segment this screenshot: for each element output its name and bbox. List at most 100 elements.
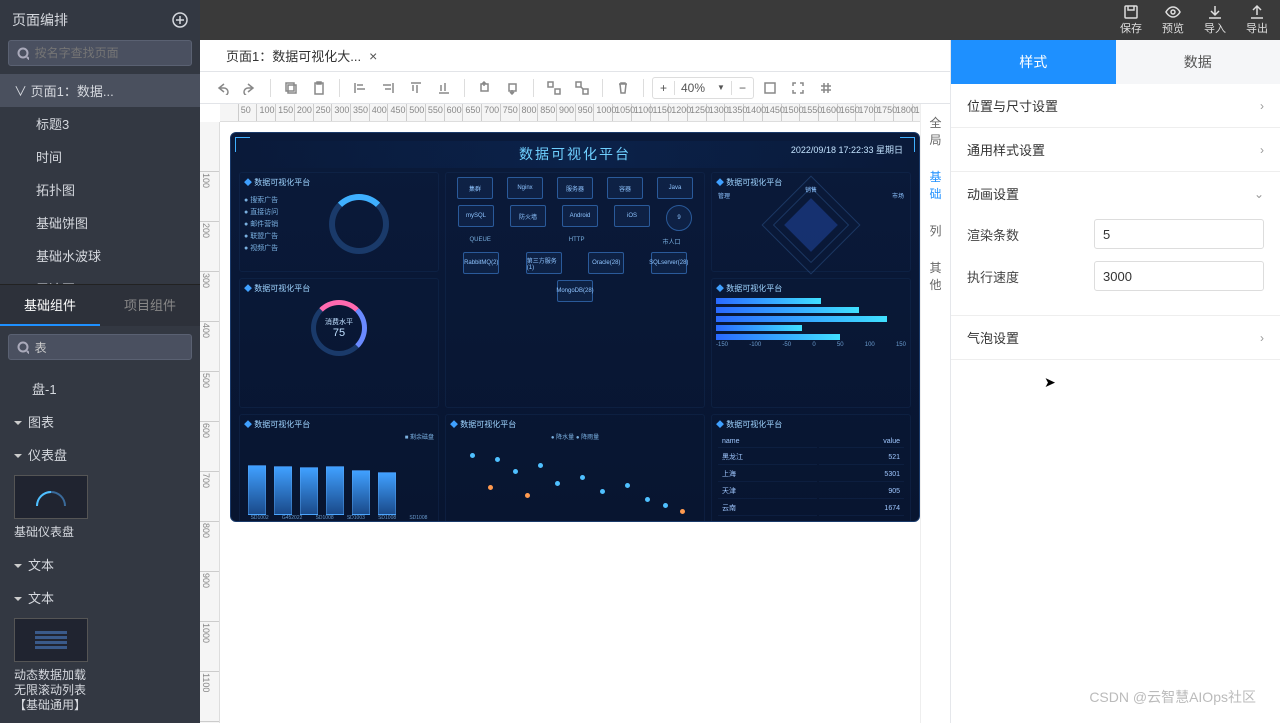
component-search-input[interactable] — [35, 340, 183, 354]
panel-scatter[interactable]: 数据可视化平台 ● 降水量 ● 降雨量 — [445, 414, 705, 522]
export-icon — [1249, 4, 1265, 20]
section-animation-head[interactable]: 动画设置⌄ — [951, 172, 1280, 215]
zoom-in-button[interactable]: + — [653, 81, 675, 95]
vtab-other[interactable]: 其他 — [921, 249, 950, 303]
category-text[interactable]: 文本 — [0, 581, 200, 614]
save-action[interactable]: 保存 — [1120, 4, 1142, 36]
page-tree: ∨ 页面1：数据... 标题3 时间 拓扑图 基础饼图 基础水波球 雷达图 正负… — [0, 74, 200, 284]
eye-icon — [1165, 4, 1181, 20]
tab-basic-components[interactable]: 基础组件 — [0, 285, 100, 326]
sidebar: 页面编排 ∨ 页面1：数据... 标题3 时间 拓扑图 基础饼图 基础水波球 雷… — [0, 0, 200, 723]
ungroup-button[interactable] — [570, 76, 594, 100]
ruler-vertical: 1002003004005006007008009001000110012001… — [200, 122, 220, 723]
page-search-input[interactable] — [35, 46, 183, 60]
copy-button[interactable] — [279, 76, 303, 100]
add-icon[interactable] — [172, 12, 188, 28]
dashboard-preview[interactable]: 数据可视化平台 2022/09/18 17:22:33 星期日 数据可视化平台 … — [230, 132, 920, 522]
tab-project-components[interactable]: 项目组件 — [100, 285, 200, 326]
export-action[interactable]: 导出 — [1246, 4, 1268, 36]
field-render-count: 渲染条数 — [967, 219, 1264, 249]
chevron-right-icon: › — [1260, 99, 1264, 113]
category-gauge[interactable]: 仪表盘 — [0, 438, 200, 471]
import-action[interactable]: 导入 — [1204, 4, 1226, 36]
component-item[interactable]: 盘-1 — [0, 372, 200, 405]
radar-chart — [776, 190, 846, 260]
fullscreen-button[interactable] — [786, 76, 810, 100]
scroll-table: namevalue 黑龙江521 上海5301 天津905 云南1674 北京1… — [716, 434, 906, 522]
align-right-button[interactable] — [376, 76, 400, 100]
component-search[interactable] — [8, 334, 192, 360]
vtab-global[interactable]: 全局 — [921, 104, 950, 158]
panel-table[interactable]: 数据可视化平台 namevalue 黑龙江521 上海5301 天津905 云南… — [711, 414, 911, 522]
panel-gauge[interactable]: 数据可视化平台 消费水平75 — [239, 278, 439, 408]
panel-vbar[interactable]: 数据可视化平台 ■ 剩余磁盘 SD1002G452022SD1008SD1003… — [239, 414, 439, 522]
sidebar-title: 页面编排 — [12, 10, 68, 30]
chevron-right-icon: › — [1260, 331, 1264, 345]
page-tab[interactable]: 页面1：数据可视化大... × — [216, 46, 387, 65]
gauge-thumbnail[interactable] — [14, 475, 88, 519]
zoom-dropdown-icon[interactable]: ▼ — [711, 83, 731, 92]
section-position[interactable]: 位置与尺寸设置› — [951, 84, 1280, 128]
panel-radar[interactable]: 数据可视化平台 管理 市场 销售 — [711, 172, 911, 272]
paste-button[interactable] — [307, 76, 331, 100]
section-common-style[interactable]: 通用样式设置› — [951, 128, 1280, 172]
align-top-button[interactable] — [404, 76, 428, 100]
zoom-control[interactable]: + 40% ▼ − — [652, 77, 754, 99]
align-bottom-button[interactable] — [432, 76, 456, 100]
page-tree-item[interactable]: 标题3 — [0, 107, 200, 140]
gauge-chart: 消费水平75 — [311, 300, 367, 356]
import-icon — [1207, 4, 1223, 20]
group-button[interactable] — [542, 76, 566, 100]
vtab-basic[interactable]: 基础 — [921, 158, 950, 212]
page-tree-item[interactable]: 基础水波球 — [0, 239, 200, 272]
section-bubble[interactable]: 气泡设置› — [951, 316, 1280, 360]
zoom-out-button[interactable]: − — [731, 81, 753, 95]
speed-input[interactable] — [1094, 261, 1264, 291]
page-search[interactable] — [8, 40, 192, 66]
inspector-panel: 样式 数据 位置与尺寸设置› 通用样式设置› 动画设置⌄ 渲染条数 执行速度 气… — [950, 40, 1280, 723]
bring-front-button[interactable] — [473, 76, 497, 100]
chevron-down-icon: ⌄ — [1254, 187, 1264, 201]
category-text[interactable]: 文本 — [0, 548, 200, 581]
component-section-tabs: 基础组件 项目组件 — [0, 284, 200, 326]
toolbar: + 40% ▼ − — [200, 72, 950, 104]
category-chart[interactable]: 图表 — [0, 405, 200, 438]
panel-pie[interactable]: 数据可视化平台 搜索广告直接访问邮件营销联盟广告视频广告 — [239, 172, 439, 272]
dashboard-timestamp: 2022/09/18 17:22:33 星期日 — [791, 143, 903, 156]
zoom-value: 40% — [675, 81, 711, 95]
vbar-chart — [244, 445, 434, 515]
scroll-list-thumbnail[interactable] — [14, 618, 88, 662]
gauge-caption: 基础仪表盘 — [0, 523, 200, 548]
page-tree-item[interactable]: 雷达图 — [0, 272, 200, 284]
close-tab-icon[interactable]: × — [369, 48, 377, 64]
donut-chart — [329, 194, 389, 254]
page-tree-root[interactable]: ∨ 页面1：数据... — [0, 74, 200, 107]
canvas[interactable]: 数据可视化平台 2022/09/18 17:22:33 星期日 数据可视化平台 … — [220, 122, 950, 723]
align-left-button[interactable] — [348, 76, 372, 100]
preview-action[interactable]: 预览 — [1162, 4, 1184, 36]
grid-button[interactable] — [814, 76, 838, 100]
field-speed: 执行速度 — [967, 261, 1264, 291]
component-tree: 盘-1 图表 仪表盘 基础仪表盘 文本 文本 动态数据加载 无限滚动列表 【基础… — [0, 368, 200, 723]
panel-hbar[interactable]: 数据可视化平台 -150-100-50050100150 — [711, 278, 911, 408]
page-tree-item[interactable]: 时间 — [0, 140, 200, 173]
page-tree-item[interactable]: 基础饼图 — [0, 206, 200, 239]
tab-data[interactable]: 数据 — [1116, 40, 1280, 84]
inspector-tabs: 样式 数据 — [951, 40, 1280, 84]
sidebar-header: 页面编排 — [0, 0, 200, 40]
vtab-column[interactable]: 列 — [921, 212, 950, 249]
delete-button[interactable] — [611, 76, 635, 100]
chevron-right-icon: › — [1260, 143, 1264, 157]
tab-style[interactable]: 样式 — [951, 40, 1116, 84]
panel-topology[interactable]: 集群Nginx服务器容器Java mySQL防火墙AndroidiOS9 QUE… — [445, 172, 705, 408]
redo-button[interactable] — [238, 76, 262, 100]
undo-button[interactable] — [210, 76, 234, 100]
hbar-chart — [716, 298, 906, 340]
page-tree-item[interactable]: 拓扑图 — [0, 173, 200, 206]
tabstrip: 页面1：数据可视化大... × — [200, 40, 950, 72]
scroll-list-caption: 动态数据加载 无限滚动列表 【基础通用】 — [0, 666, 200, 721]
inspector-vtabs: 全局 基础 列 其他 — [920, 104, 950, 723]
send-back-button[interactable] — [501, 76, 525, 100]
fit-button[interactable] — [758, 76, 782, 100]
render-count-input[interactable] — [1094, 219, 1264, 249]
